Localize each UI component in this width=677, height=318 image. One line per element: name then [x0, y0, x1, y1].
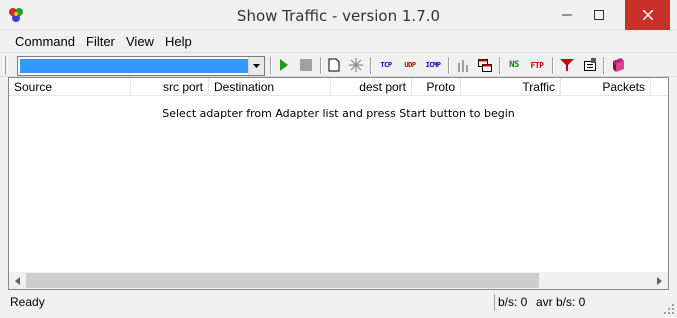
asterisk-icon: [349, 58, 363, 72]
toolbar-separator: [270, 57, 272, 74]
menu-bar: Command Filter View Help: [0, 31, 677, 51]
toolbar: TCP UDP ICMP NS FTP: [0, 52, 677, 77]
status-bps: b/s: 0: [494, 294, 532, 311]
adapter-select[interactable]: [17, 56, 265, 76]
about-button[interactable]: [609, 57, 627, 73]
column-header-dest-port[interactable]: dest port: [331, 78, 412, 96]
toolbar-separator: [320, 57, 322, 74]
new-document-icon: [328, 58, 340, 72]
menu-filter[interactable]: Filter: [86, 34, 115, 49]
windows-icon: [478, 58, 492, 72]
menu-command[interactable]: Command: [15, 34, 75, 49]
book-icon: [613, 58, 624, 72]
list-header: Source src port Destination dest port Pr…: [9, 78, 668, 96]
close-button[interactable]: [625, 0, 670, 30]
chevron-down-icon: [253, 64, 260, 68]
stats-button[interactable]: [454, 57, 472, 73]
title-bar: Show Traffic - version 1.7.0: [0, 0, 677, 30]
dns-button[interactable]: NS: [505, 57, 523, 73]
new-button[interactable]: [325, 57, 343, 73]
toolbar-separator: [370, 57, 372, 74]
filter-button[interactable]: [558, 57, 576, 73]
scrollbar-thumb[interactable]: [26, 273, 539, 288]
adapter-dropdown-button[interactable]: [248, 57, 264, 75]
toolbar-separator: [499, 57, 501, 74]
minimize-button[interactable]: [551, 0, 583, 30]
column-header-src-port[interactable]: src port: [131, 78, 209, 96]
maximize-button[interactable]: [583, 0, 615, 30]
empty-list-message: Select adapter from Adapter list and pre…: [162, 107, 515, 120]
bar-chart-icon: [458, 59, 468, 72]
ftp-button[interactable]: FTP: [528, 57, 546, 73]
status-bar: Ready b/s: 0 avr b/s: 0: [0, 291, 677, 318]
clear-button[interactable]: [347, 57, 365, 73]
options-icon: [584, 58, 596, 71]
filter-icon: [560, 59, 574, 71]
toolbar-separator: [552, 57, 554, 74]
menu-help[interactable]: Help: [165, 34, 192, 49]
column-header-traffic[interactable]: Traffic: [461, 78, 561, 96]
column-header-packets[interactable]: Packets: [561, 78, 651, 96]
menu-view[interactable]: View: [126, 34, 154, 49]
column-header-proto[interactable]: Proto: [412, 78, 461, 96]
chevron-right-icon: [657, 276, 662, 285]
traffic-list[interactable]: Source src port Destination dest port Pr…: [8, 77, 669, 290]
column-header-source[interactable]: Source: [9, 78, 131, 96]
adapter-select-value: [20, 59, 248, 73]
scroll-left-button[interactable]: [9, 272, 26, 289]
status-text: Ready: [10, 295, 45, 309]
toolbar-separator: [603, 57, 605, 74]
maximize-icon: [594, 10, 604, 20]
status-avr-bps: avr b/s: 0: [536, 295, 586, 309]
horizontal-scrollbar[interactable]: [9, 272, 668, 289]
play-icon: [280, 59, 288, 71]
stop-button[interactable]: [297, 57, 315, 73]
stop-icon: [300, 59, 312, 71]
close-icon: [642, 10, 653, 20]
tcp-filter-button[interactable]: TCP: [377, 57, 395, 73]
minimize-icon: [562, 14, 572, 16]
column-header-destination[interactable]: Destination: [209, 78, 331, 96]
options-button[interactable]: [581, 57, 599, 73]
scroll-right-button[interactable]: [651, 272, 668, 289]
udp-filter-button[interactable]: UDP: [401, 57, 419, 73]
icmp-filter-button[interactable]: ICMP: [424, 57, 442, 73]
toolbar-separator: [448, 57, 450, 74]
resize-grip-icon[interactable]: [663, 303, 675, 315]
chevron-left-icon: [15, 276, 20, 285]
windows-button[interactable]: [476, 57, 494, 73]
toolbar-grip: [3, 56, 6, 75]
start-button[interactable]: [275, 57, 293, 73]
